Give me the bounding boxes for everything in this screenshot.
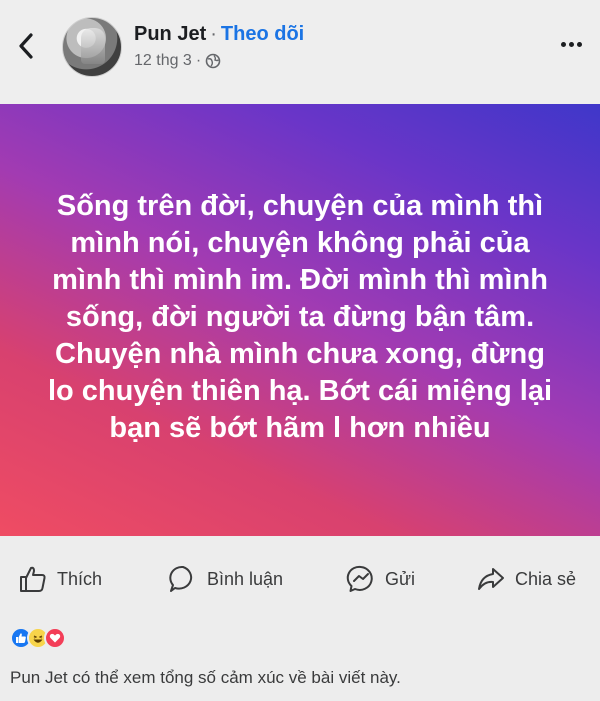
chevron-left-icon xyxy=(19,33,33,59)
back-button[interactable] xyxy=(12,30,40,62)
follow-button[interactable]: Theo dõi xyxy=(221,23,304,45)
separator: · xyxy=(210,23,217,45)
love-reaction-icon xyxy=(44,627,66,649)
share-icon xyxy=(478,568,504,590)
globe-icon xyxy=(205,53,221,69)
comment-label: Bình luận xyxy=(207,568,284,589)
reaction-privacy-note: Pun Jet có thể xem tổng số cảm xúc về bà… xyxy=(10,668,401,687)
more-horizontal-icon xyxy=(560,41,566,47)
messenger-icon xyxy=(346,565,373,592)
author-line: Pun Jet · Theo dõi xyxy=(134,22,304,46)
comment-icon xyxy=(169,565,193,592)
post-meta: 12 thg 3 · xyxy=(134,51,221,71)
post-date[interactable]: 12 thg 3 xyxy=(134,51,192,71)
meta-separator: · xyxy=(195,52,202,69)
post-background: Sống trên đời, chuyện của mình thì mình … xyxy=(0,104,600,536)
more-dot xyxy=(576,41,582,47)
send-label: Gửi xyxy=(385,568,416,589)
post-text: Sống trên đời, chuyện của mình thì mình … xyxy=(47,189,553,444)
like-label: Thích xyxy=(57,568,103,589)
post-header: Pun Jet · Theo dõi 12 thg 3 · xyxy=(0,0,600,104)
thumbs-up-icon xyxy=(20,566,46,592)
send-button[interactable]: Gửi xyxy=(346,562,415,596)
share-label: Chia sẻ xyxy=(515,568,577,589)
avatar[interactable] xyxy=(62,17,122,77)
reaction-summary[interactable] xyxy=(10,625,66,651)
share-button[interactable]: Chia sẻ xyxy=(476,562,576,596)
comment-button[interactable]: Bình luận xyxy=(168,562,283,596)
more-options-button[interactable] xyxy=(556,34,586,54)
post-actions-bar: Thích Bình luận Gửi Chia sẻ xyxy=(0,548,600,610)
author-name[interactable]: Pun Jet xyxy=(134,23,206,45)
more-dot xyxy=(568,41,574,47)
like-button[interactable]: Thích xyxy=(18,562,102,596)
